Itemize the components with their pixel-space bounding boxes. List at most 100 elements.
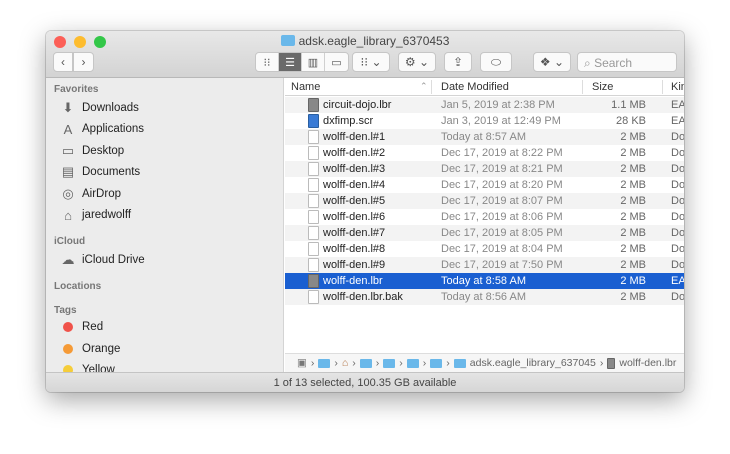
doc-file-icon [308,226,319,240]
back-button[interactable]: ‹ [53,52,73,72]
column-kind[interactable]: Kin [671,81,684,93]
table-row[interactable]: wolff-den.l#5 Dec 17, 2019 at 8:07 PM 2 … [285,193,684,209]
downloads-icon: ⬇ [62,100,74,115]
file-size: 1.1 MB [611,99,646,111]
action-gear-button[interactable]: ⚙ ⌄ [398,52,436,72]
file-size: 2 MB [620,211,646,223]
lbr-file-icon [308,274,319,288]
file-date: Dec 17, 2019 at 8:04 PM [441,243,563,255]
doc-file-icon [308,162,319,176]
sidebar-tag-red[interactable]: Red [60,321,103,333]
file-name: wolff-den.l#6 [323,211,386,223]
doc-file-icon [308,290,319,304]
sidebar-item-downloads[interactable]: ⬇ Downloads [60,100,139,116]
path-folder[interactable]: adsk.eagle_library_637045 [470,357,596,369]
dropbox-button[interactable]: ❖ ⌄ [533,52,571,72]
table-row[interactable]: wolff-den.lbr Today at 8:58 AM 2 MB EA [285,273,684,289]
table-row[interactable]: wolff-den.l#7 Dec 17, 2019 at 8:05 PM 2 … [285,225,684,241]
file-size: 28 KB [616,115,646,127]
folder-icon [453,358,466,368]
folder-icon[interactable] [383,358,396,368]
sidebar-tag-orange[interactable]: Orange [60,343,120,355]
column-header: Name ⌃ Date Modified Size Kin [285,78,684,96]
tag-button[interactable]: ⬭ [480,52,512,72]
disk-icon[interactable]: ▣ [297,357,307,369]
file-kind: Do [671,211,684,223]
table-row[interactable]: wolff-den.l#3 Dec 17, 2019 at 8:21 PM 2 … [285,161,684,177]
sidebar: Favorites ⬇ Downloads A Applications ▭ Deskto… [46,78,284,372]
sidebar-tag-yellow[interactable]: Yellow [60,364,115,372]
file-kind: Do [671,131,684,143]
file-size: 2 MB [620,147,646,159]
applications-icon: A [63,121,73,137]
airdrop-icon: ◎ [62,185,74,201]
doc-file-icon [308,242,319,256]
search-input[interactable]: ⌕ Search [577,52,677,72]
sidebar-item-label: iCloud Drive [82,254,145,266]
tags-heading: Tags [54,305,77,316]
file-size: 2 MB [620,227,646,239]
sidebar-item-airdrop[interactable]: ◎ AirDrop [60,186,121,202]
home-icon[interactable]: ⌂ [342,357,348,369]
file-date: Dec 17, 2019 at 8:20 PM [441,179,563,191]
file-name: wolff-den.l#9 [323,259,386,271]
sidebar-item-jaredwolff[interactable]: ⌂ jaredwolff [60,207,131,223]
file-date: Today at 8:57 AM [441,131,526,143]
file-kind: Do [671,291,684,303]
file-size: 2 MB [620,243,646,255]
file-date: Dec 17, 2019 at 8:22 PM [441,147,563,159]
file-name: wolff-den.lbr.bak [323,291,403,303]
file-kind: Do [671,195,684,207]
folder-icon[interactable] [406,358,419,368]
group-button[interactable]: ⁝⁝ ⌄ [352,52,390,72]
sort-ascending-icon: ⌃ [420,81,428,91]
file-name: dxfimp.scr [323,115,374,127]
column-name[interactable]: Name [291,81,320,93]
sidebar-item-label: Orange [82,342,121,355]
path-file[interactable]: wolff-den.lbr [619,357,676,369]
file-kind: EA [671,115,684,127]
table-row[interactable]: wolff-den.l#6 Dec 17, 2019 at 8:06 PM 2 … [285,209,684,225]
file-name: wolff-den.l#1 [323,131,386,143]
list-view-button[interactable]: ☰ [279,53,302,71]
icon-view-button[interactable]: ⁝⁝ [256,53,279,71]
file-name: wolff-den.l#3 [323,163,386,175]
table-row[interactable]: wolff-den.l#1 Today at 8:57 AM 2 MB Do [285,129,684,145]
file-kind: Do [671,179,684,191]
folder-icon[interactable] [318,358,331,368]
table-row[interactable]: wolff-den.l#9 Dec 17, 2019 at 7:50 PM 2 … [285,257,684,273]
lbr-file-icon [308,98,319,112]
folder-icon[interactable] [359,358,372,368]
file-kind: EA [671,99,684,111]
sidebar-item-icloud-drive[interactable]: ☁ iCloud Drive [60,252,145,268]
share-button[interactable]: ⇪ [444,52,472,72]
table-row[interactable]: wolff-den.lbr.bak Today at 8:56 AM 2 MB … [285,289,684,305]
sidebar-item-documents[interactable]: ▤ Documents [60,164,140,180]
file-date: Dec 17, 2019 at 8:06 PM [441,211,563,223]
finder-window: adsk.eagle_library_6370453 ‹ › ⁝⁝ ☰ ▥ ▭ … [46,31,684,392]
table-row[interactable]: dxfimp.scr Jan 3, 2019 at 12:49 PM 28 KB… [285,113,684,129]
file-size: 2 MB [620,275,646,287]
column-size[interactable]: Size [592,81,613,93]
file-kind: Do [671,227,684,239]
forward-button[interactable]: › [73,52,94,72]
toolbar: adsk.eagle_library_6370453 ‹ › ⁝⁝ ☰ ▥ ▭ … [46,31,684,78]
table-row[interactable]: wolff-den.l#8 Dec 17, 2019 at 8:04 PM 2 … [285,241,684,257]
table-row[interactable]: circuit-dojo.lbr Jan 5, 2019 at 2:38 PM … [285,97,684,113]
locations-heading: Locations [54,281,102,292]
file-kind: Do [671,147,684,159]
file-date: Today at 8:56 AM [441,291,526,303]
sidebar-item-applications[interactable]: A Applications [60,121,144,137]
column-view-button[interactable]: ▥ [302,53,325,71]
column-date-modified[interactable]: Date Modified [441,81,509,93]
folder-icon[interactable] [430,358,443,368]
desktop-icon: ▭ [61,142,75,158]
table-row[interactable]: wolff-den.l#2 Dec 17, 2019 at 8:22 PM 2 … [285,145,684,161]
sidebar-item-desktop[interactable]: ▭ Desktop [60,143,124,159]
status-bar: 1 of 13 selected, 100.35 GB available [46,372,684,392]
sidebar-item-label: jaredwolff [82,209,132,221]
table-row[interactable]: wolff-den.l#4 Dec 17, 2019 at 8:20 PM 2 … [285,177,684,193]
gallery-view-button[interactable]: ▭ [325,53,348,71]
documents-icon: ▤ [61,164,75,180]
file-list: Name ⌃ Date Modified Size Kin circuit-do… [285,78,684,353]
